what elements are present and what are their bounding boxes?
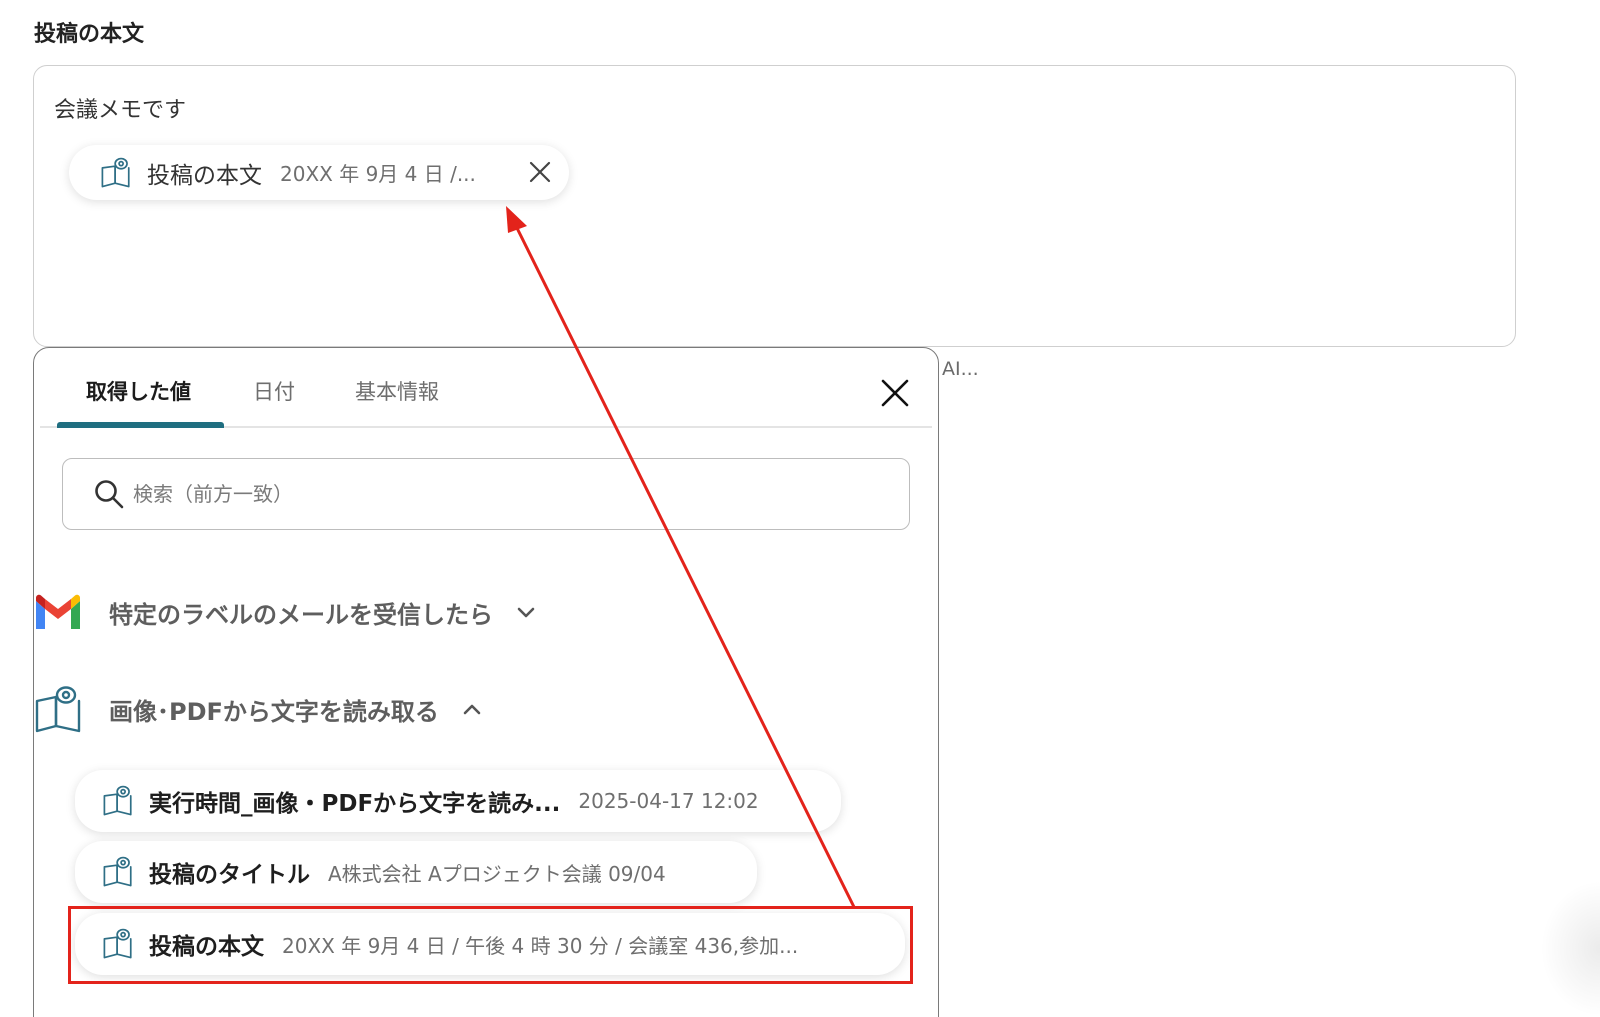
ai-hint-text: AI...: [942, 358, 979, 380]
search-field[interactable]: [62, 458, 910, 530]
variable-item-post-title[interactable]: 投稿のタイトル A株式会社 Aプロジェクト会議 09/04: [75, 841, 757, 903]
ocr-book-icon: [103, 785, 132, 816]
edge-shadow: [1540, 880, 1600, 1017]
chip-value: 20XX 年 9月 4 日 /...: [280, 162, 476, 186]
tab-date[interactable]: 日付: [253, 376, 295, 406]
group-ocr-action[interactable]: 画像･PDFから文字を読み取る: [33, 684, 483, 734]
tab-retrieved-values[interactable]: 取得した値: [86, 376, 191, 406]
search-input[interactable]: [133, 482, 833, 506]
inserted-variable-chip[interactable]: 投稿の本文 20XX 年 9月 4 日 /...: [69, 145, 569, 200]
tab-bar: 取得した値 日付 基本情報: [40, 348, 932, 428]
chip-label: 投稿の本文: [147, 162, 262, 189]
item-label: 実行時間_画像・PDFから文字を読み...: [149, 791, 561, 817]
item-value: A株式会社 Aプロジェクト会議 09/04: [328, 861, 666, 886]
close-icon[interactable]: [880, 378, 910, 408]
group-label: 画像･PDFから文字を読み取る: [109, 697, 439, 726]
close-icon[interactable]: [527, 159, 553, 185]
active-tab-indicator: [57, 422, 224, 428]
ocr-book-icon: [101, 157, 130, 187]
ocr-book-icon: [35, 686, 81, 733]
chevron-up-icon[interactable]: [461, 698, 483, 720]
highlight-annotation-box: [68, 906, 913, 984]
tab-basic-info[interactable]: 基本情報: [355, 376, 439, 406]
group-gmail-trigger[interactable]: 特定のラベルのメールを受信したら: [33, 587, 537, 637]
chevron-down-icon[interactable]: [515, 601, 537, 623]
search-icon: [95, 480, 124, 509]
variable-item-execution-time[interactable]: 実行時間_画像・PDFから文字を読み... 2025-04-17 12:02: [75, 770, 841, 832]
group-label: 特定のラベルのメールを受信したら: [109, 600, 493, 629]
gmail-icon: [36, 594, 80, 629]
ocr-book-icon: [103, 856, 132, 887]
field-label: 投稿の本文: [34, 22, 145, 47]
item-label: 投稿のタイトル: [149, 862, 310, 888]
item-value: 2025-04-17 12:02: [578, 789, 759, 813]
post-body-editor[interactable]: 会議メモです: [33, 65, 1516, 347]
editor-text[interactable]: 会議メモです: [54, 92, 186, 124]
